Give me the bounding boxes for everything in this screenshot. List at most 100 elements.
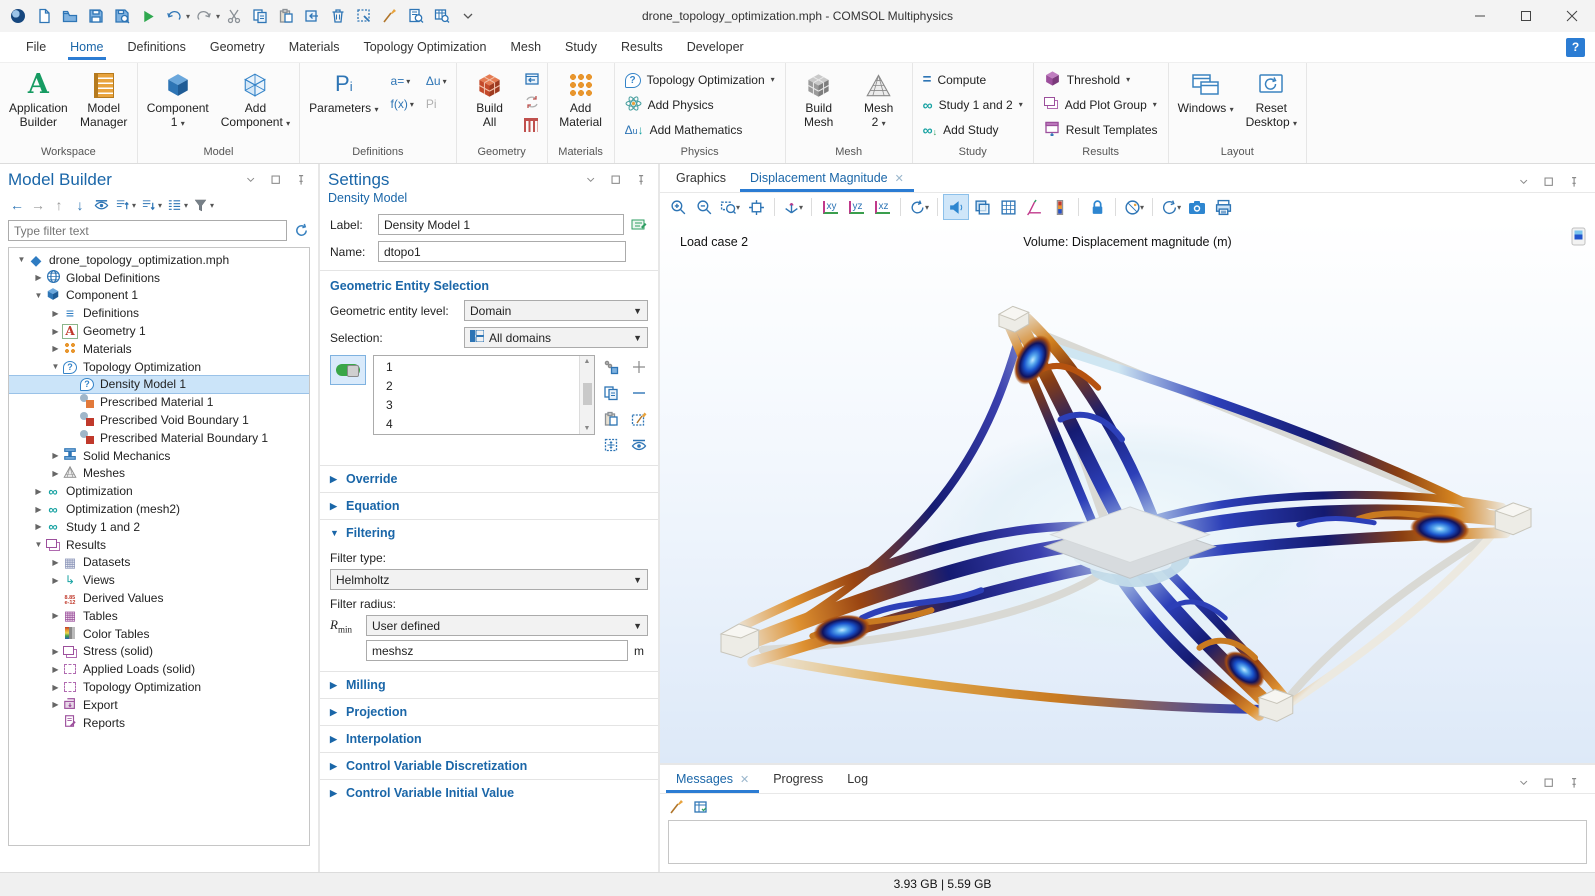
expander-icon[interactable]: ▶: [49, 558, 62, 567]
tab-log[interactable]: Log: [835, 765, 880, 793]
ribbon-button-model-manager[interactable]: ModelManager: [75, 66, 133, 130]
panel-menu-icon[interactable]: [1515, 172, 1533, 192]
float-icon[interactable]: [607, 170, 625, 190]
float-icon[interactable]: [1540, 172, 1558, 192]
section-interpolation[interactable]: ▶Interpolation: [320, 725, 658, 752]
filter-type-select[interactable]: Helmholtz▼: [330, 569, 648, 590]
tab-progress[interactable]: Progress: [761, 765, 835, 793]
save-icon[interactable]: [84, 4, 108, 28]
view-xy-icon[interactable]: xy: [818, 195, 842, 219]
expander-icon[interactable]: ▶: [32, 505, 45, 514]
color-legend-icon[interactable]: [1048, 195, 1072, 219]
ribbon-button-build-mesh[interactable]: BuildMesh: [790, 66, 848, 130]
tree-item-prescribed-material-1[interactable]: Prescribed Material 1: [9, 393, 309, 411]
selection-scrollbar[interactable]: ▲▼: [579, 356, 594, 434]
selection-item[interactable]: 4: [374, 415, 579, 434]
clear-messages-broom-icon[interactable]: [668, 797, 686, 817]
grid-icon[interactable]: [996, 195, 1020, 219]
ribbon-button-component-1[interactable]: Component1 ▾: [142, 66, 214, 131]
close-icon[interactable]: [1549, 0, 1595, 32]
close-tab-icon[interactable]: ✕: [895, 172, 904, 185]
scene-light-icon[interactable]: [944, 195, 968, 219]
create-selection-icon[interactable]: [602, 357, 620, 377]
ribbon-small-u[interactable]: Δu ▾: [423, 70, 450, 92]
tab-messages[interactable]: Messages✕: [664, 765, 761, 793]
ribbon-button-windows[interactable]: Windows ▾: [1173, 66, 1239, 118]
close-tab-icon[interactable]: ✕: [740, 773, 749, 786]
section-filtering[interactable]: ▼Filtering: [320, 519, 658, 546]
expand-collapse-up-icon[interactable]: [113, 195, 131, 215]
panel-menu-icon[interactable]: [582, 170, 600, 190]
tree-filter-input[interactable]: [8, 220, 287, 241]
zoom-extents-icon[interactable]: [744, 195, 768, 219]
ribbon-button-threshold[interactable]: Threshold▾: [1038, 67, 1136, 92]
ribbon-button-add-component[interactable]: AddComponent ▾: [216, 66, 295, 131]
label-field-input[interactable]: [378, 214, 624, 235]
tree-item-optimization[interactable]: ▶∞Optimization: [9, 482, 309, 500]
menu-tab-study[interactable]: Study: [553, 32, 609, 62]
zoom-box-icon[interactable]: ▾: [718, 195, 742, 219]
refresh-icon[interactable]: [292, 221, 310, 241]
tree-item-optimization-mesh2[interactable]: ▶∞Optimization (mesh2): [9, 500, 309, 518]
cut-icon[interactable]: [222, 4, 246, 28]
add-to-selection-icon[interactable]: [630, 357, 648, 377]
expander-icon[interactable]: ▶: [49, 327, 62, 336]
expander-icon[interactable]: ▶: [49, 611, 62, 620]
tab-graphics[interactable]: Graphics: [664, 164, 738, 192]
run-icon[interactable]: [136, 4, 160, 28]
ribbon-small-a[interactable]: a= ▾: [388, 70, 417, 92]
menu-tab-results[interactable]: Results: [609, 32, 675, 62]
expander-icon[interactable]: ▶: [49, 451, 62, 460]
new-file-icon[interactable]: [32, 4, 56, 28]
help-icon[interactable]: ?: [1566, 38, 1585, 57]
open-icon[interactable]: [58, 4, 82, 28]
ribbon-button-result-templates[interactable]: Result Templates: [1038, 117, 1164, 142]
show-selection-icon[interactable]: [630, 435, 648, 455]
selection-item[interactable]: 2: [374, 377, 579, 396]
expander-icon[interactable]: ▼: [32, 540, 45, 549]
tree-item-color-tables[interactable]: Color Tables: [9, 625, 309, 643]
tree-item-density-model-1[interactable]: ?Density Model 1: [9, 376, 309, 394]
expander-icon[interactable]: ▶: [49, 309, 62, 318]
menu-tab-topology-optimization[interactable]: Topology Optimization: [351, 32, 498, 62]
table-options-icon[interactable]: [692, 797, 710, 817]
expander-icon[interactable]: ▶: [49, 665, 62, 674]
ribbon-button-add-material[interactable]: AddMaterial: [552, 66, 610, 130]
section-control-variable-discretization[interactable]: ▶Control Variable Discretization: [320, 752, 658, 779]
ribbon-button-mesh-2[interactable]: Mesh2 ▾: [850, 66, 908, 131]
tree-item-study-1-and-2[interactable]: ▶∞Study 1 and 2: [9, 518, 309, 536]
clear-selection-icon[interactable]: [630, 409, 648, 429]
pin-icon[interactable]: [292, 170, 310, 190]
entity-level-select[interactable]: Domain▼: [464, 300, 648, 321]
menu-tab-file[interactable]: File: [14, 32, 58, 62]
insert-sequence-icon[interactable]: [521, 68, 543, 90]
expander-icon[interactable]: ▶: [49, 469, 62, 478]
ribbon-button-application-builder[interactable]: AApplicationBuilder: [4, 66, 73, 130]
pin-icon[interactable]: [632, 170, 650, 190]
ribbon-button-topology-optimization[interactable]: ?Topology Optimization▾: [619, 67, 781, 92]
select-box-icon[interactable]: [352, 4, 376, 28]
section-milling[interactable]: ▶Milling: [320, 671, 658, 698]
remove-from-selection-icon[interactable]: [630, 383, 648, 403]
name-field-input[interactable]: [378, 241, 626, 262]
filter-funnel-icon[interactable]: [191, 195, 209, 215]
tree-item-meshes[interactable]: ▶Meshes: [9, 465, 309, 483]
tree-item-topology-optimization[interactable]: ▶Topology Optimization: [9, 678, 309, 696]
pin-icon[interactable]: [1565, 172, 1583, 192]
expander-icon[interactable]: ▶: [49, 683, 62, 692]
expand-collapse-down-icon[interactable]: [139, 195, 157, 215]
move-up-icon[interactable]: ↑: [50, 195, 68, 215]
expander-icon[interactable]: ▶: [49, 344, 62, 353]
tree-item-global-definitions[interactable]: ▶Global Definitions: [9, 269, 309, 287]
tree-item-results[interactable]: ▼Results: [9, 536, 309, 554]
ribbon-button-build-all[interactable]: BuildAll: [461, 66, 519, 130]
menu-tab-mesh[interactable]: Mesh: [498, 32, 553, 62]
back-icon[interactable]: ←: [8, 195, 26, 215]
tree-item-materials[interactable]: ▶Materials: [9, 340, 309, 358]
clear-brush-icon[interactable]: [378, 4, 402, 28]
find-document-icon[interactable]: [404, 4, 428, 28]
update-geometry-icon[interactable]: [521, 91, 543, 113]
update-plot-icon[interactable]: ▾: [1159, 195, 1183, 219]
paste-selection-icon[interactable]: [602, 409, 620, 429]
print-icon[interactable]: [1211, 195, 1235, 219]
